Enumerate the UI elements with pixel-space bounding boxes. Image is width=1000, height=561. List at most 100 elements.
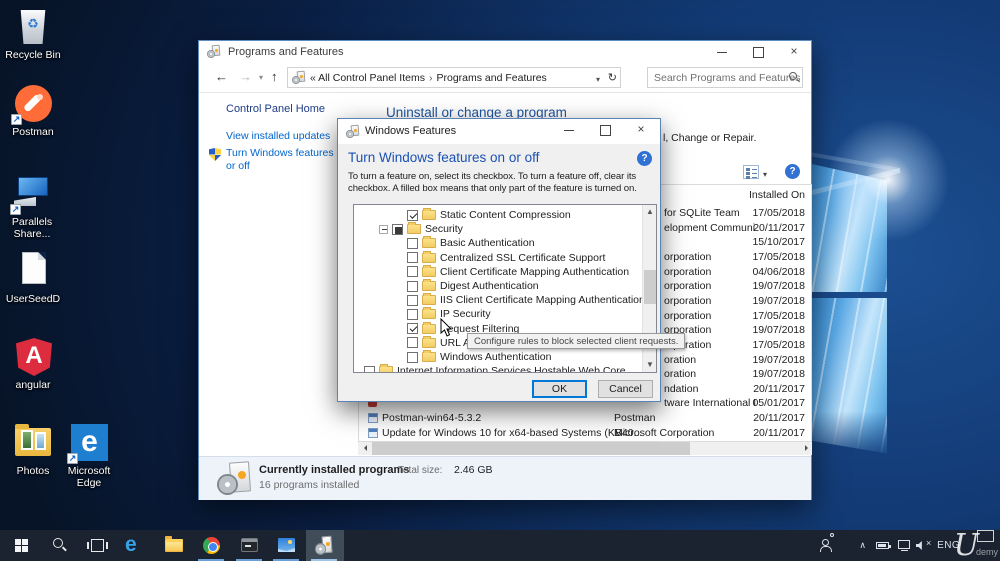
feature-row[interactable]: Windows Authentication	[354, 350, 656, 364]
desktop-icon-edge[interactable]: e ↗ Microsoft Edge	[60, 424, 118, 489]
feature-checkbox[interactable]	[407, 280, 418, 292]
sidebar-item-control-panel-home[interactable]: Control Panel Home	[226, 103, 325, 115]
mouse-cursor	[440, 318, 453, 337]
people-icon[interactable]	[820, 530, 838, 561]
cancel-button[interactable]: Cancel	[598, 380, 653, 398]
back-button[interactable]: ←	[215, 69, 228, 84]
close-button[interactable]: ×	[779, 41, 809, 63]
desktop-icon-label: UserSeedD	[5, 293, 61, 305]
change-view-icon[interactable]	[743, 165, 759, 179]
feature-row[interactable]: Security	[354, 222, 656, 236]
desktop-icon-postman[interactable]: ↗ Postman	[4, 85, 62, 138]
program-publisher: orporation	[664, 309, 712, 322]
history-chevron-icon[interactable]: ▾	[259, 73, 263, 82]
desktop-icon-document[interactable]: UserSeedD	[4, 252, 62, 305]
feature-checkbox[interactable]	[364, 365, 375, 372]
minimize-button[interactable]	[707, 41, 737, 63]
scroll-left-icon[interactable]	[358, 442, 371, 455]
dialog-heading: Turn Windows features on or off	[348, 150, 540, 165]
dialog-titlebar[interactable]: Windows Features ×	[338, 119, 660, 144]
feature-row[interactable]: Static Content Compression	[354, 208, 656, 222]
edge-icon: e	[125, 533, 137, 556]
language-indicator[interactable]: ENG	[937, 530, 960, 561]
dialog-icon	[346, 125, 359, 138]
taskbar-search-button[interactable]	[42, 530, 78, 561]
help-icon[interactable]: ?	[785, 164, 800, 179]
taskbar-file-explorer-button[interactable]	[156, 530, 192, 561]
feature-row[interactable]: Centralized SSL Certificate Support	[354, 250, 656, 265]
view-dropdown-icon[interactable]: ▾	[763, 170, 767, 179]
desktop-icon-photos[interactable]: Photos	[4, 424, 62, 477]
feature-checkbox[interactable]	[407, 323, 418, 335]
taskbar-parallels-button[interactable]	[268, 530, 304, 561]
program-row[interactable]: Update for Windows 10 for x64-based Syst…	[359, 425, 811, 440]
ok-button[interactable]: OK	[532, 380, 587, 398]
feature-checkbox[interactable]	[407, 308, 418, 320]
network-icon[interactable]	[898, 530, 912, 561]
uac-shield-icon	[209, 148, 221, 161]
collapse-icon[interactable]	[379, 224, 388, 234]
search-placeholder: Search Programs and Features	[654, 72, 801, 84]
desktop-icon-recycle-bin[interactable]: ♻ Recycle Bin	[4, 8, 62, 61]
search-input[interactable]: Search Programs and Features	[647, 67, 803, 88]
feature-row[interactable]: IP Security	[354, 307, 656, 321]
folder-icon	[422, 335, 436, 348]
forward-button[interactable]: →	[239, 69, 252, 84]
breadcrumb[interactable]: « All Control Panel Items › Programs and F…	[310, 72, 547, 84]
feature-checkbox[interactable]	[407, 337, 418, 349]
horizontal-scrollbar[interactable]	[358, 442, 812, 455]
desktop-icon-label: Microsoft Edge	[67, 465, 111, 489]
address-dropdown-icon[interactable]: ▾	[596, 75, 600, 84]
dialog-maximize-button[interactable]	[590, 119, 620, 141]
feature-checkbox[interactable]	[407, 351, 418, 363]
sidebar-link-view-installed-updates[interactable]: View installed updates	[226, 130, 330, 142]
tree-scrollbar-thumb[interactable]	[644, 270, 656, 304]
battery-icon[interactable]	[876, 530, 892, 561]
desktop-icon-label: Postman	[12, 126, 54, 138]
feature-row[interactable]: Digest Authentication	[354, 279, 656, 293]
maximize-button[interactable]	[743, 41, 773, 63]
hidden-icons-chevron-icon[interactable]: ∧	[859, 530, 866, 561]
feature-checkbox[interactable]	[407, 209, 418, 221]
taskbar-terminal-button[interactable]	[231, 530, 267, 561]
footer-title: Currently installed programs	[259, 464, 410, 476]
folder-icon	[422, 264, 436, 277]
feature-checkbox[interactable]	[407, 294, 418, 306]
scrollbar-thumb[interactable]	[372, 442, 690, 455]
scroll-up-icon[interactable]: ▲	[643, 205, 656, 219]
up-button[interactable]: ↑	[271, 69, 278, 84]
folder-icon	[379, 364, 393, 372]
taskbar-windows-features-button[interactable]	[306, 530, 344, 561]
installed-programs-icon	[217, 461, 251, 495]
taskbar-start-button[interactable]	[4, 530, 40, 561]
taskbar-edge-button[interactable]: e	[118, 530, 154, 561]
program-row[interactable]: Postman-win64-5.3.2 Postman 20/11/2017	[359, 410, 811, 425]
feature-row[interactable]: Internet Information Services Hostable W…	[354, 364, 656, 372]
window-titlebar[interactable]: Programs and Features ×	[199, 41, 811, 63]
search-icon[interactable]	[789, 72, 797, 80]
feature-checkbox[interactable]	[407, 237, 418, 249]
column-header-installed-on[interactable]: Installed On	[749, 189, 805, 201]
program-publisher: Postman	[614, 412, 656, 425]
windows-features-icon	[315, 536, 333, 555]
taskbar-task-view-button[interactable]	[80, 530, 116, 561]
volume-muted-icon[interactable]: ×	[916, 530, 934, 561]
feature-row[interactable]: IIS Client Certificate Mapping Authentic…	[354, 293, 656, 307]
feature-checkbox[interactable]	[407, 266, 418, 278]
feature-checkbox[interactable]	[392, 223, 403, 235]
refresh-icon[interactable]: ↻	[608, 71, 617, 84]
taskbar-chrome-button[interactable]	[193, 530, 229, 561]
desktop-icon-parallels[interactable]: ↗ Parallels Share...	[3, 175, 61, 240]
scroll-right-icon[interactable]	[799, 442, 812, 455]
dialog-help-icon[interactable]: ?	[637, 151, 652, 166]
feature-row[interactable]: Basic Authentication	[354, 236, 656, 250]
desktop-icon-angular[interactable]: Aangular	[4, 338, 62, 391]
wallpaper-logo-pane-bottom	[810, 298, 887, 454]
scroll-down-icon[interactable]: ▼	[643, 358, 656, 372]
feature-checkbox[interactable]	[407, 252, 418, 264]
breadcrumb-separator-icon: ›	[428, 72, 433, 84]
dialog-close-button[interactable]: ×	[626, 119, 656, 141]
address-bar[interactable]: « All Control Panel Items › Programs and F…	[287, 67, 621, 88]
dialog-minimize-button[interactable]	[554, 119, 584, 141]
feature-row[interactable]: Client Certificate Mapping Authenticatio…	[354, 264, 656, 279]
